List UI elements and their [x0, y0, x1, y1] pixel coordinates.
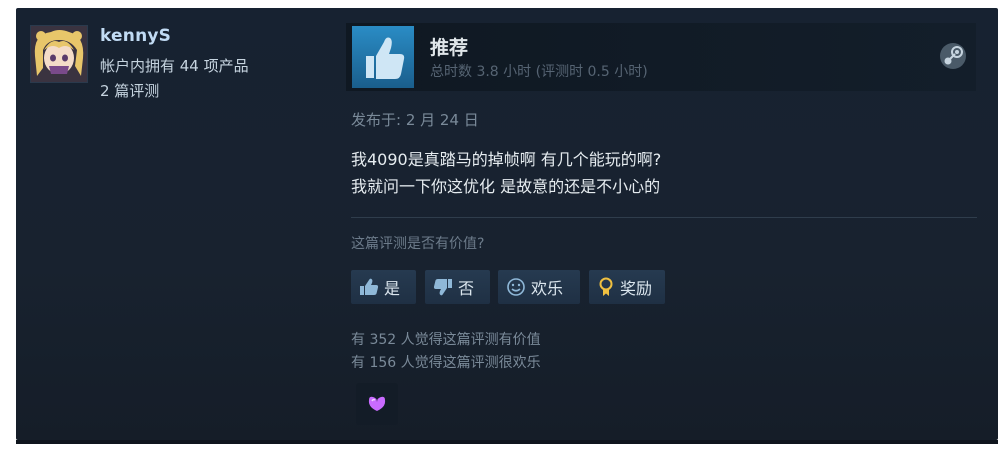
author-name[interactable]: kennyS — [100, 26, 171, 46]
vote-no-label: 否 — [458, 279, 475, 298]
award-label: 奖励 — [620, 279, 653, 298]
vote-funny-button[interactable]: 欢乐 — [498, 270, 580, 304]
award-badge-icon[interactable] — [356, 383, 398, 425]
thumbs-down-icon — [433, 279, 452, 296]
vote-yes-button[interactable]: 是 — [351, 270, 416, 304]
vote-no-button[interactable]: 否 — [425, 270, 490, 304]
review-line: 我4090是真踏马的掉帧啊 有几个能玩的啊? — [351, 150, 662, 169]
avatar[interactable] — [30, 25, 88, 83]
review-card: kennyS 帐户内拥有 44 项产品 2 篇评测 推荐 总时数 3.8 小时 … — [16, 8, 998, 440]
recommendation-header: 推荐 总时数 3.8 小时 (评测时 0.5 小时) — [346, 23, 976, 91]
playtime-hours: 总时数 3.8 小时 (评测时 0.5 小时) — [430, 64, 648, 80]
award-button[interactable]: 奖励 — [589, 270, 665, 304]
medal-icon — [599, 277, 613, 296]
vote-yes-label: 是 — [384, 279, 401, 298]
author-products-count[interactable]: 帐户内拥有 44 项产品 — [100, 55, 249, 76]
review-line: 我就问一下你这优化 是故意的还是不小心的 — [351, 177, 661, 196]
divider — [351, 217, 977, 218]
recommendation-title: 推荐 — [430, 37, 469, 59]
card-bottom-edge — [16, 440, 998, 444]
funny-count: 有 156 人觉得这篇评测很欢乐 — [351, 355, 541, 371]
author-reviews-count[interactable]: 2 篇评测 — [100, 80, 159, 101]
vote-funny-label: 欢乐 — [531, 279, 564, 298]
posted-date: 发布于: 2 月 24 日 — [351, 111, 479, 129]
thumbs-up-icon — [360, 278, 379, 295]
helpful-count: 有 352 人觉得这篇评测有价值 — [351, 332, 541, 348]
review-body: 我4090是真踏马的掉帧啊 有几个能玩的啊? 我就问一下你这优化 是故意的还是不… — [351, 146, 661, 200]
steam-icon[interactable] — [938, 41, 968, 71]
smiley-icon — [507, 278, 525, 296]
thumbs-up-icon — [352, 26, 414, 88]
helpful-question: 这篇评测是否有价值? — [351, 236, 485, 252]
